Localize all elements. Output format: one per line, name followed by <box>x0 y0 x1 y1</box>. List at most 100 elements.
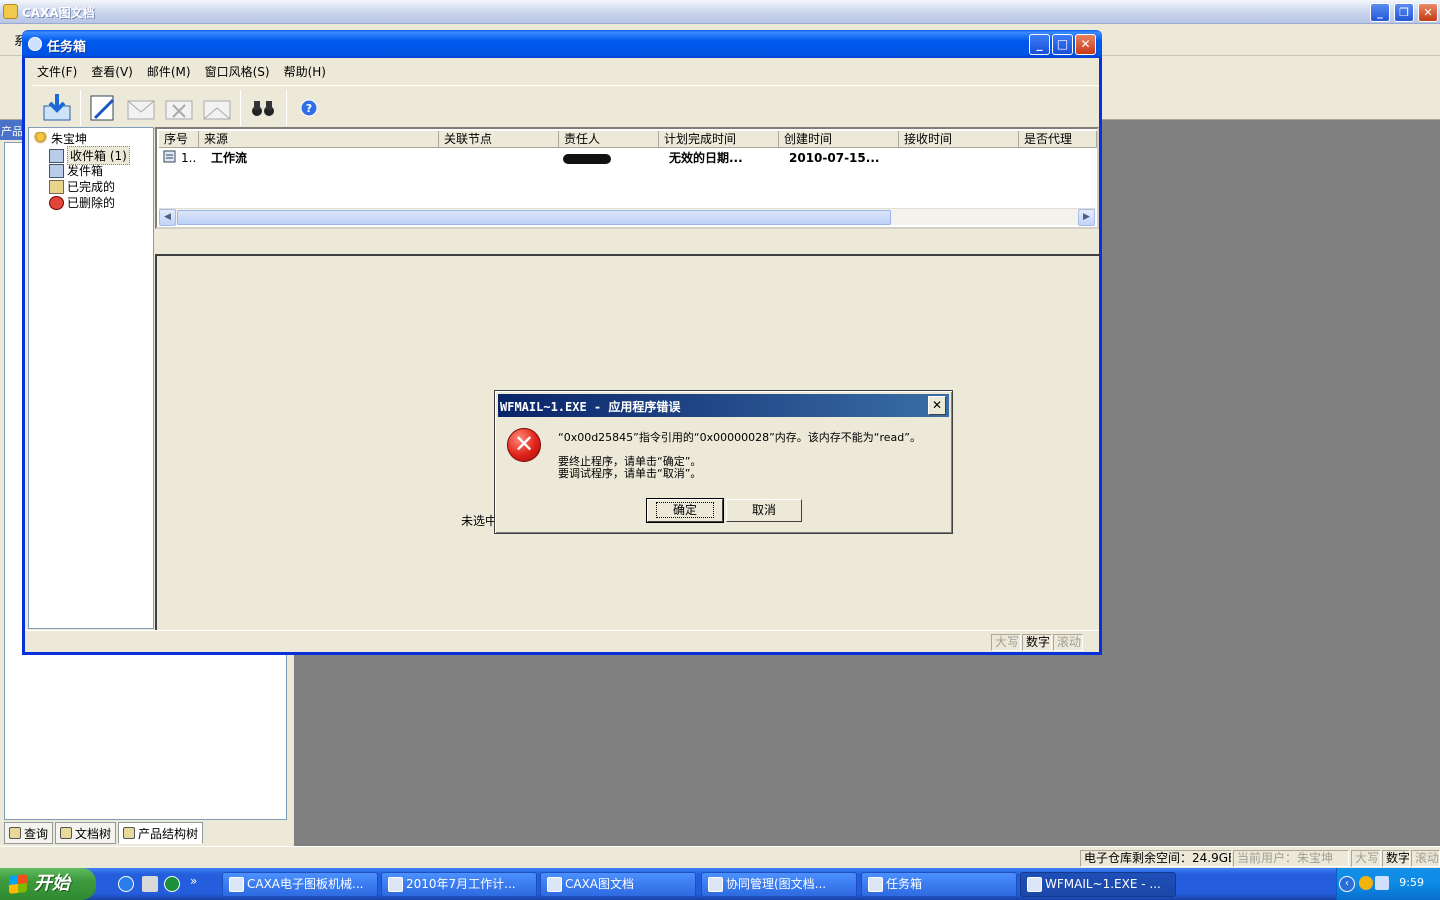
menu-file[interactable]: 文件(F) <box>37 63 77 80</box>
window-icon <box>1027 877 1042 892</box>
col-owner[interactable]: 责任人 <box>559 131 659 148</box>
error-dialog-title: WFMAIL~1.EXE - 应用程序错误 <box>500 400 681 414</box>
menu-view[interactable]: 查看(V) <box>91 63 133 80</box>
task-caps-indicator: 大写 <box>991 634 1021 651</box>
main-minimize-button[interactable]: _ <box>1370 3 1390 22</box>
mail-row-icon <box>163 149 177 167</box>
task-box-title: 任务箱 <box>47 40 87 55</box>
col-seq[interactable]: 序号 <box>159 131 199 148</box>
collaboration-icon <box>708 877 723 892</box>
task-maximize-button[interactable]: □ <box>1052 34 1073 55</box>
left-panel-tabs: 查询 文档树 产品结构树 <box>0 822 294 846</box>
row-source: 工作流 <box>211 151 248 165</box>
col-node[interactable]: 关联节点 <box>439 131 559 148</box>
task-minimize-button[interactable]: _ <box>1029 34 1050 55</box>
task-menubar: 文件(F) 查看(V) 邮件(M) 窗口风格(S) 帮助(H) <box>25 58 1099 84</box>
col-source[interactable]: 来源 <box>199 131 439 148</box>
show-desktop-icon[interactable] <box>142 876 158 892</box>
task-list[interactable]: 序号 来源 关联节点 责任人 计划完成时间 创建时间 接收时间 是否代理 1..… <box>155 127 1099 229</box>
taskbar-button-caxa-drawing[interactable]: CAXA电子图板机械... <box>222 872 378 897</box>
caxa-app-icon <box>3 4 18 19</box>
taskbar-button-work-plan[interactable]: 2010年7月工作计... <box>381 872 537 897</box>
mail-folder-tree[interactable]: 朱宝坤 收件箱 (1) 发件箱 已完成的 已删除的 <box>28 127 154 629</box>
svg-text:?: ? <box>306 102 312 115</box>
quicklaunch-more-icon[interactable]: » <box>190 874 197 888</box>
task-box-icon <box>28 37 42 51</box>
completed-folder-icon <box>49 179 64 194</box>
disk-space-status: 电子仓库剩余空间：24.9GB <box>1080 850 1232 867</box>
main-window-title: CAXA图文档 <box>22 6 95 20</box>
main-statusbar: 电子仓库剩余空间：24.9GB 当前用户：朱宝坤 大写 数字 滚动 <box>0 846 1440 868</box>
task-scroll-indicator: 滚动 <box>1053 634 1083 651</box>
num-indicator: 数字 <box>1382 850 1410 867</box>
scroll-indicator: 滚动 <box>1411 850 1440 867</box>
error-cancel-hint: 要调试程序，请单击“取消”。 <box>558 467 702 480</box>
caxa-documents-icon <box>547 877 562 892</box>
col-planned[interactable]: 计划完成时间 <box>659 131 779 148</box>
reply-mail-icon[interactable] <box>125 92 157 124</box>
list-horizontal-scrollbar[interactable]: ◀ ▶ <box>159 208 1095 226</box>
quicklaunch-app-icon[interactable] <box>164 876 180 892</box>
tree-item-outbox[interactable]: 发件箱 <box>49 162 103 179</box>
task-num-indicator: 数字 <box>1022 634 1052 651</box>
tab-query[interactable]: 查询 <box>4 822 54 844</box>
qq-icon[interactable] <box>1359 876 1373 890</box>
col-created[interactable]: 创建时间 <box>779 131 899 148</box>
delete-mail-icon[interactable] <box>163 92 195 124</box>
task-close-button[interactable]: ✕ <box>1075 34 1096 55</box>
network-icon[interactable] <box>1375 876 1389 890</box>
ie-icon[interactable] <box>118 876 134 892</box>
taskbar-button-task-box[interactable]: 任务箱 <box>861 872 1017 897</box>
forward-mail-icon[interactable] <box>201 92 233 124</box>
task-box-titlebar[interactable]: 任务箱 _ □ ✕ <box>22 30 1102 58</box>
clock[interactable]: 9:59 <box>1399 876 1424 889</box>
receive-mail-icon[interactable] <box>41 92 73 124</box>
panel-header: 产品 <box>0 120 24 140</box>
outbox-icon <box>49 163 64 178</box>
excel-icon <box>388 877 403 892</box>
error-message: “0x00d25845”指令引用的“0x00000028”内存。该内存不能为“r… <box>558 431 921 444</box>
user-icon <box>33 131 48 146</box>
dialog-close-icon[interactable]: ✕ <box>928 396 946 415</box>
main-restore-button[interactable]: ❐ <box>1394 3 1414 22</box>
tree-item-deleted[interactable]: 已删除的 <box>49 194 115 211</box>
inbox-icon <box>49 148 64 163</box>
tab-document-tree[interactable]: 文档树 <box>55 822 117 844</box>
scroll-left-icon[interactable]: ◀ <box>159 209 176 226</box>
taskbar-button-caxa-documents[interactable]: CAXA图文档 <box>540 872 696 897</box>
system-tray: ‹ 9:59 <box>1336 868 1440 900</box>
main-window-titlebar[interactable]: CAXA图文档 _ ❐ ✕ <box>0 0 1440 24</box>
main-close-button[interactable]: ✕ <box>1418 3 1438 22</box>
taskbar-button-wfmail-error[interactable]: WFMAIL~1.EXE - ... <box>1020 872 1176 897</box>
menu-help[interactable]: 帮助(H) <box>284 63 326 80</box>
col-received[interactable]: 接收时间 <box>899 131 1019 148</box>
structure-tree-icon <box>123 827 136 839</box>
taskbar-button-collaboration[interactable]: 协同管理(图文档... <box>701 872 857 897</box>
new-task-icon[interactable] <box>87 92 119 124</box>
ok-button[interactable]: 确定 <box>646 498 724 523</box>
help-icon[interactable]: ? <box>293 92 325 124</box>
start-button[interactable]: 开始 <box>0 868 96 900</box>
tray-collapse-icon[interactable]: ‹ <box>1339 876 1355 892</box>
magnifier-icon <box>9 827 21 839</box>
tree-root-user[interactable]: 朱宝坤 <box>33 130 87 147</box>
taskbar: 开始 » CAXA电子图板机械... 2010年7月工作计... CAXA图文档… <box>0 868 1440 900</box>
cancel-button[interactable]: 取消 <box>726 499 802 522</box>
binoculars-icon[interactable] <box>247 92 279 124</box>
caxa-drawing-icon <box>229 877 244 892</box>
folder-icon <box>60 827 73 839</box>
preview-message: 未选中 <box>461 514 498 528</box>
menu-window-style[interactable]: 窗口风格(S) <box>205 63 270 80</box>
row-owner-redacted <box>563 149 613 167</box>
task-statusbar: 大写 数字 滚动 <box>25 630 1099 652</box>
menu-mail[interactable]: 邮件(M) <box>147 63 191 80</box>
tab-product-structure-tree[interactable]: 产品结构树 <box>118 822 204 844</box>
scroll-right-icon[interactable]: ▶ <box>1078 209 1095 226</box>
task-box-taskbar-icon <box>868 877 883 892</box>
scroll-thumb[interactable] <box>177 210 891 225</box>
task-box-window: 任务箱 _ □ ✕ 文件(F) 查看(V) 邮件(M) 窗口风格(S) 帮助(H… <box>22 30 1102 655</box>
deleted-folder-icon <box>49 195 64 210</box>
tree-item-completed[interactable]: 已完成的 <box>49 178 115 195</box>
col-proxy[interactable]: 是否代理 <box>1019 131 1097 148</box>
error-dialog-titlebar[interactable]: WFMAIL~1.EXE - 应用程序错误 ✕ <box>498 394 949 417</box>
